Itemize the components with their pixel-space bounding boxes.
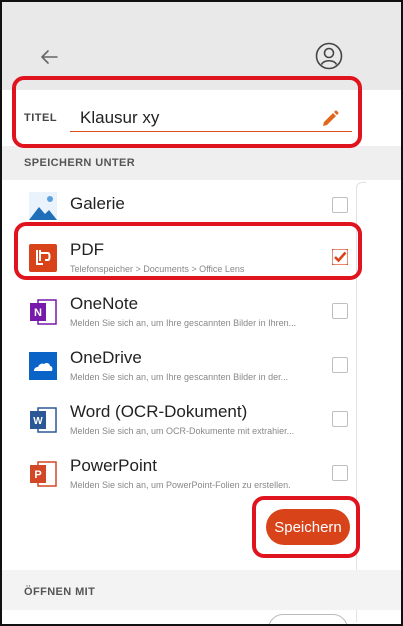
checkbox[interactable]	[332, 465, 348, 481]
office-lens-save-screen: TITEL SPEICHERN UNTER Galerie PDF Telefo…	[0, 0, 403, 626]
user-circle-icon[interactable]	[315, 42, 343, 70]
list-item-word[interactable]: W Word (OCR-Dokument) Melden Sie sich an…	[2, 394, 362, 446]
pdf-icon	[29, 244, 57, 272]
title-label: TITEL	[24, 112, 58, 124]
svg-text:N: N	[34, 307, 42, 319]
powerpoint-icon: P	[30, 461, 57, 487]
title-input[interactable]	[70, 104, 352, 132]
list-item-powerpoint[interactable]: P PowerPoint Melden Sie sich an, um Powe…	[2, 448, 362, 500]
title-row: TITEL	[2, 90, 401, 146]
onedrive-icon	[29, 352, 57, 380]
item-name: OneNote	[70, 294, 139, 313]
save-button[interactable]: Speichern	[266, 509, 350, 545]
checkbox[interactable]	[332, 197, 348, 213]
open-with-partial-row[interactable]	[2, 602, 401, 624]
checkbox[interactable]	[332, 303, 348, 319]
word-icon: W	[30, 407, 57, 433]
item-name: Word (OCR-Dokument)	[70, 402, 248, 421]
item-name: OneDrive	[70, 348, 142, 367]
open-with-heading: ÖFFNEN MIT	[24, 586, 96, 598]
top-app-bar	[2, 2, 401, 90]
pencil-icon[interactable]	[320, 109, 340, 129]
item-subtitle: Melden Sie sich an, um PowerPoint-Folien…	[70, 480, 291, 490]
save-to-section-header: SPEICHERN UNTER	[2, 146, 401, 180]
list-item-onedrive[interactable]: OneDrive Melden Sie sich an, um Ihre ges…	[2, 340, 362, 392]
checkbox[interactable]	[332, 357, 348, 373]
list-item-galerie[interactable]: Galerie	[2, 180, 362, 232]
svg-text:W: W	[33, 416, 43, 427]
save-to-heading: SPEICHERN UNTER	[24, 157, 136, 169]
item-subtitle: Melden Sie sich an, um Ihre gescannten B…	[70, 318, 297, 328]
gallery-icon	[29, 192, 57, 220]
item-subtitle: Telefonspeicher > Documents > Office Len…	[70, 264, 245, 274]
list-item-pdf[interactable]: PDF Telefonspeicher > Documents > Office…	[2, 232, 362, 284]
item-name: PDF	[70, 240, 104, 259]
arrow-left-icon[interactable]	[38, 46, 60, 68]
item-name: Galerie	[70, 194, 125, 213]
list-item-onenote[interactable]: N OneNote Melden Sie sich an, um Ihre ge…	[2, 286, 362, 338]
checkbox-checked[interactable]	[331, 248, 349, 266]
checkbox[interactable]	[332, 411, 348, 427]
checkmark-icon	[331, 248, 349, 266]
svg-text:P: P	[34, 469, 41, 481]
toggle-switch[interactable]	[268, 614, 348, 624]
onenote-icon: N	[30, 299, 57, 325]
item-name: PowerPoint	[70, 456, 157, 475]
item-subtitle: Melden Sie sich an, um OCR-Dokumente mit…	[70, 426, 295, 436]
item-subtitle: Melden Sie sich an, um Ihre gescannten B…	[70, 372, 289, 382]
